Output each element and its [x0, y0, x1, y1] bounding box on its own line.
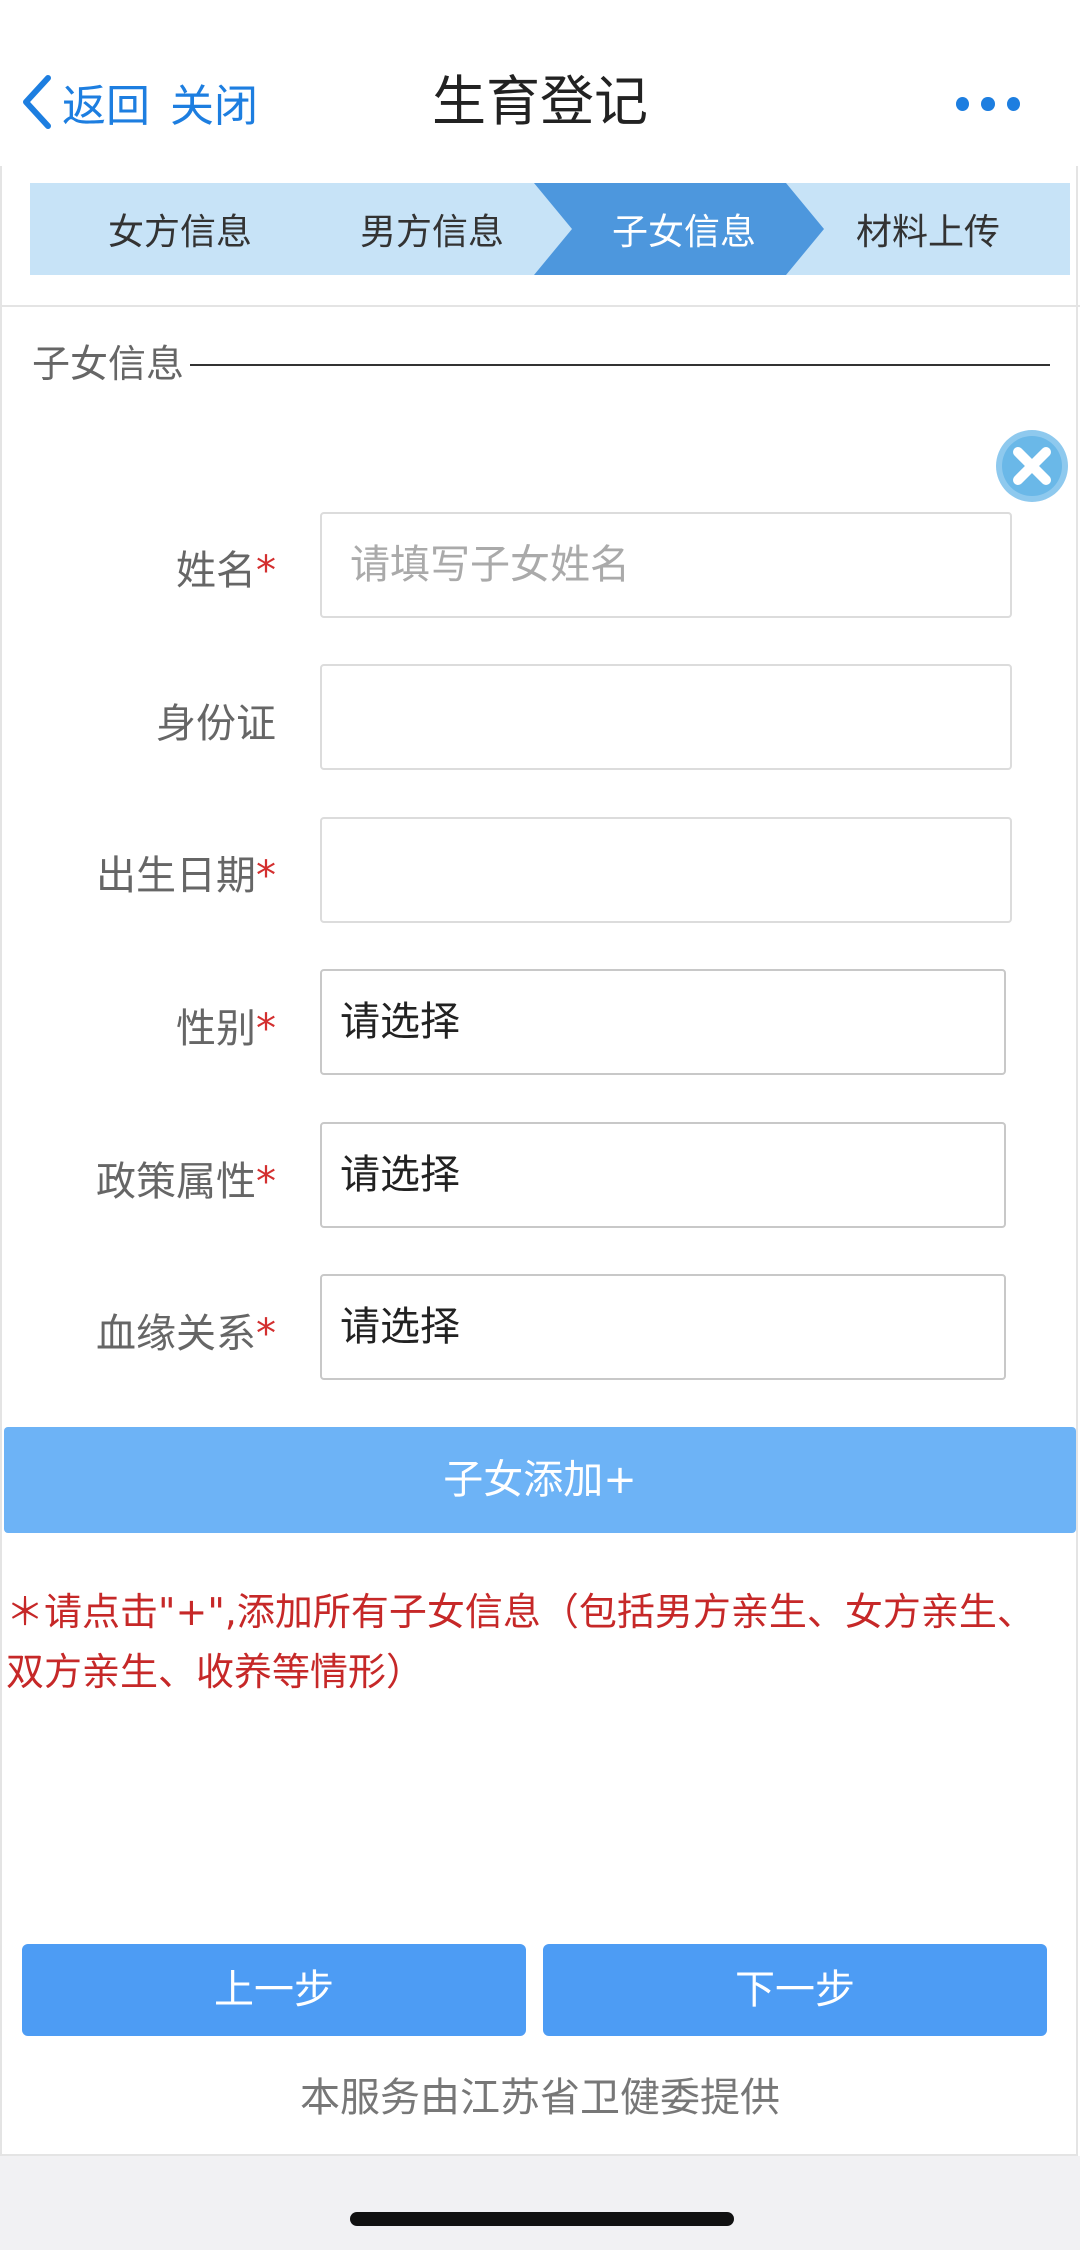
next-step-button[interactable]: 下一步: [543, 1944, 1047, 2036]
prev-step-button[interactable]: 上一步: [22, 1944, 526, 2036]
gender-label: 性别*: [176, 1006, 276, 1052]
step-label: 男方信息: [359, 212, 504, 253]
divider: [0, 305, 1080, 307]
id-card-input[interactable]: [322, 666, 1010, 768]
bottom-safe-area: [0, 2156, 1080, 2250]
page-title: 生育登记: [432, 70, 648, 133]
relation-select[interactable]: 请选择: [320, 1274, 1006, 1380]
add-child-button[interactable]: 子女添加+: [4, 1427, 1076, 1533]
required-mark: *: [256, 1159, 276, 1205]
birth-date-label: 出生日期*: [96, 853, 276, 899]
step-material-upload[interactable]: 材料上传: [786, 183, 1070, 275]
more-dot-icon: [981, 97, 995, 111]
child-name-input[interactable]: [322, 514, 1010, 616]
section-title: 子女信息: [32, 336, 191, 392]
birth-date-field-box: [320, 817, 1012, 923]
step-label: 女方信息: [107, 212, 252, 253]
name-field-box: [320, 512, 1012, 618]
more-dot-icon: [1006, 97, 1020, 111]
required-mark: *: [256, 853, 276, 899]
section-divider-line: [190, 364, 1050, 366]
required-mark: *: [256, 1311, 276, 1357]
required-mark: *: [256, 1006, 276, 1052]
required-mark: *: [256, 548, 276, 594]
relation-label: 血缘关系*: [96, 1311, 276, 1357]
birth-date-input[interactable]: [322, 819, 1010, 921]
name-label: 姓名*: [176, 548, 276, 594]
policy-select[interactable]: 请选择: [320, 1122, 1006, 1228]
gender-select[interactable]: 请选择: [320, 969, 1006, 1075]
step-label: 材料上传: [855, 212, 1000, 253]
policy-label: 政策属性*: [96, 1159, 276, 1205]
id-card-field-box: [320, 664, 1012, 770]
more-dot-icon: [956, 97, 970, 111]
id-card-label: 身份证: [156, 701, 276, 747]
instruction-note: ＊请点击"+",添加所有子女信息（包括男方亲生、女方亲生、双方亲生、收养等情形）: [6, 1590, 1035, 1694]
step-label: 子女信息: [611, 212, 756, 253]
remove-circle-icon[interactable]: [994, 428, 1070, 504]
home-indicator[interactable]: [350, 2212, 734, 2226]
provider-footer: 本服务由江苏省卫健委提供: [300, 2075, 780, 2121]
more-menu-button[interactable]: [956, 92, 1020, 116]
step-progress: 女方信息 男方信息 子女信息 材料上传: [30, 183, 1070, 275]
